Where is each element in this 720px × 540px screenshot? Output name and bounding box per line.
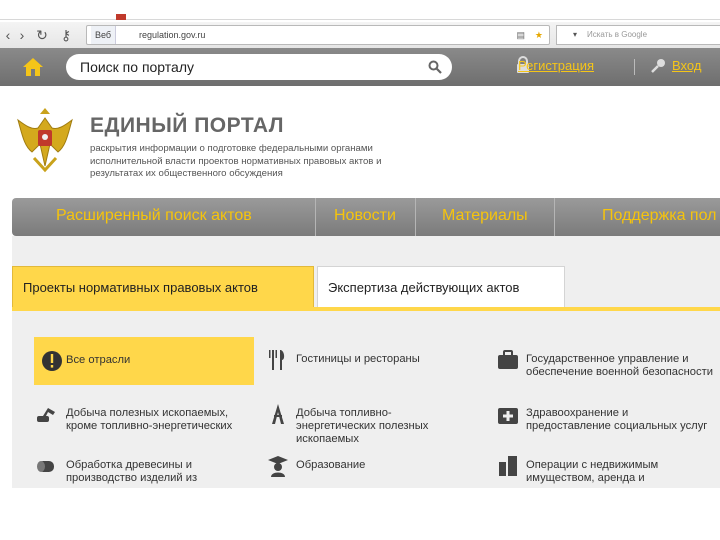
industry-label: Все отрасли — [66, 354, 131, 366]
key-icon[interactable]: ⚷ — [58, 27, 74, 43]
fork-knife-icon — [269, 350, 285, 370]
industry-all[interactable]: Все отрасли — [34, 337, 254, 385]
industry-public-administration[interactable]: Государственное управление и обеспечение… — [496, 348, 718, 396]
menu-divider — [415, 198, 416, 236]
search-engine-dropdown-icon[interactable]: ▾ — [573, 26, 577, 44]
bookmark-star-icon[interactable]: ★ — [535, 26, 543, 44]
briefcase-icon — [498, 350, 518, 369]
search-icon[interactable] — [428, 60, 442, 74]
menu-item-advanced-search[interactable]: Расширенный поиск актов — [56, 198, 252, 236]
industry-label: Образование — [296, 459, 366, 471]
rss-icon[interactable]: ▤ — [516, 26, 525, 44]
main-content: Проекты нормативных правовых актов Экспе… — [12, 236, 720, 497]
industry-healthcare[interactable]: Здравоохранение и предоставление социаль… — [496, 402, 718, 438]
portal-logo-area: ЕДИНЫЙ ПОРТАЛ раскрытия информации о под… — [0, 86, 720, 198]
industry-label: Здравоохранение и предоставление социаль… — [526, 407, 708, 432]
graduate-icon — [268, 456, 288, 477]
industry-label: Гостиницы и рестораны — [296, 353, 420, 365]
key-login-icon — [651, 59, 665, 73]
home-button[interactable] — [20, 55, 46, 79]
register-link[interactable]: Регистрация — [518, 58, 594, 73]
url-text[interactable]: regulation.gov.ru — [139, 26, 205, 44]
reload-icon[interactable]: ↻ — [34, 27, 50, 43]
menu-divider — [315, 198, 316, 236]
industry-hotels-restaurants[interactable]: Гостиницы и рестораны — [266, 348, 456, 388]
medical-bag-icon — [498, 408, 518, 424]
site-identity-label[interactable]: Веб — [91, 26, 117, 44]
industry-label: Добыча топливно-энергетических полезных … — [296, 407, 429, 445]
portal-title: ЕДИНЫЙ ПОРТАЛ — [90, 114, 285, 137]
main-navigation: Расширенный поиск актов Новости Материал… — [12, 198, 720, 236]
page-bottom-area — [0, 488, 720, 540]
portal-description: раскрытия информации о подготовке федера… — [90, 143, 382, 179]
search-input[interactable] — [80, 54, 420, 80]
browser-toolbar: ‹ › ↻ ⚷ Веб regulation.gov.ru ▤ ★ ▾ Иска… — [0, 22, 720, 49]
browser-tab-indicator[interactable] — [116, 14, 126, 20]
menu-divider — [554, 198, 555, 236]
tab-acts-expertise[interactable]: Экспертиза действующих актов — [317, 266, 565, 308]
browser-search-field[interactable]: ▾ Искать в Google — [556, 25, 720, 45]
menu-item-materials[interactable]: Материалы — [442, 198, 528, 236]
browser-tab-strip — [0, 0, 720, 22]
home-icon — [23, 58, 43, 76]
tab-active-underline — [12, 307, 720, 311]
industry-education[interactable]: Образование — [266, 454, 446, 484]
address-bar[interactable]: Веб regulation.gov.ru ▤ ★ — [86, 25, 550, 45]
industry-mining[interactable]: Добыча полезных ископаемых, кроме топлив… — [34, 402, 258, 436]
log-icon — [37, 461, 54, 472]
industry-label: Государственное управление и обеспечение… — [526, 353, 713, 378]
browser-search-placeholder: Искать в Google — [587, 30, 648, 39]
industry-label: Добыча полезных ископаемых, кроме топлив… — [66, 407, 233, 432]
industry-real-estate[interactable]: Операции с недвижимым имуществом, аренда… — [496, 454, 718, 497]
portal-search[interactable] — [66, 54, 452, 80]
tab-draft-acts[interactable]: Проекты нормативных правовых актов — [12, 266, 314, 308]
forward-icon[interactable]: › — [14, 27, 30, 43]
coat-of-arms-emblem[interactable] — [12, 104, 78, 176]
buildings-icon — [499, 456, 517, 476]
excavator-icon — [37, 408, 55, 422]
warning-icon — [42, 351, 62, 371]
header-divider — [634, 59, 635, 75]
industry-fuel-mining[interactable]: Добыча топливно-энергетических полезных … — [266, 402, 466, 446]
site-header: Регистрация Вход — [0, 48, 720, 86]
menu-item-news[interactable]: Новости — [334, 198, 396, 236]
menu-item-support[interactable]: Поддержка пол — [602, 198, 716, 236]
login-link[interactable]: Вход — [672, 58, 701, 73]
tab-strip-line — [0, 19, 720, 20]
oil-rig-icon — [272, 404, 284, 424]
industry-wood-processing[interactable]: Обработка древесины и производство издел… — [34, 454, 234, 497]
